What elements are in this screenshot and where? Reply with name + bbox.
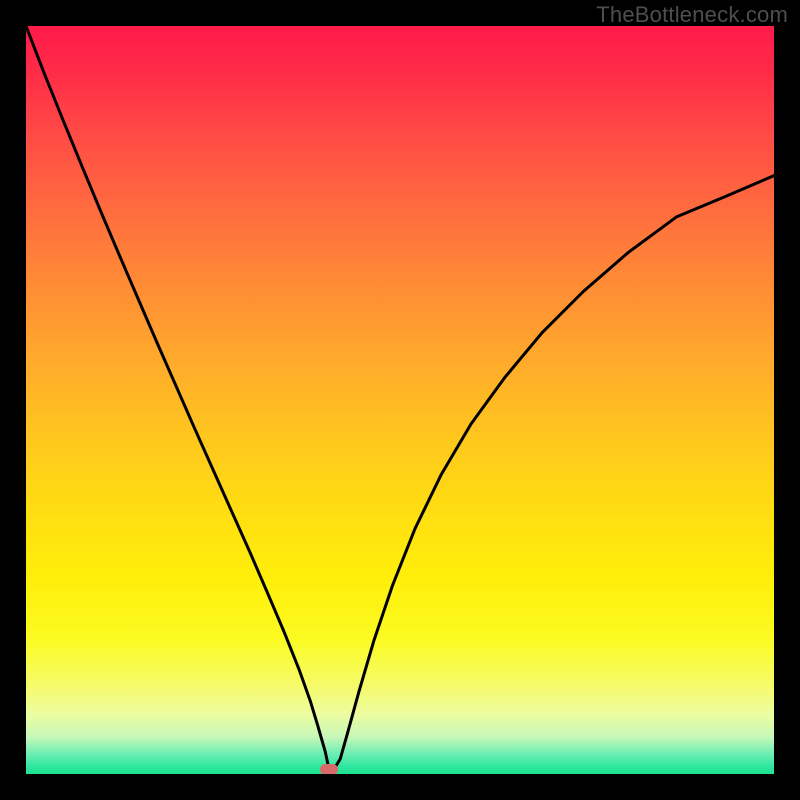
plot-area <box>26 26 774 774</box>
bottleneck-curve <box>26 26 774 774</box>
optimal-point-marker <box>320 764 338 774</box>
chart-frame: TheBottleneck.com <box>0 0 800 800</box>
watermark-text: TheBottleneck.com <box>596 2 788 28</box>
